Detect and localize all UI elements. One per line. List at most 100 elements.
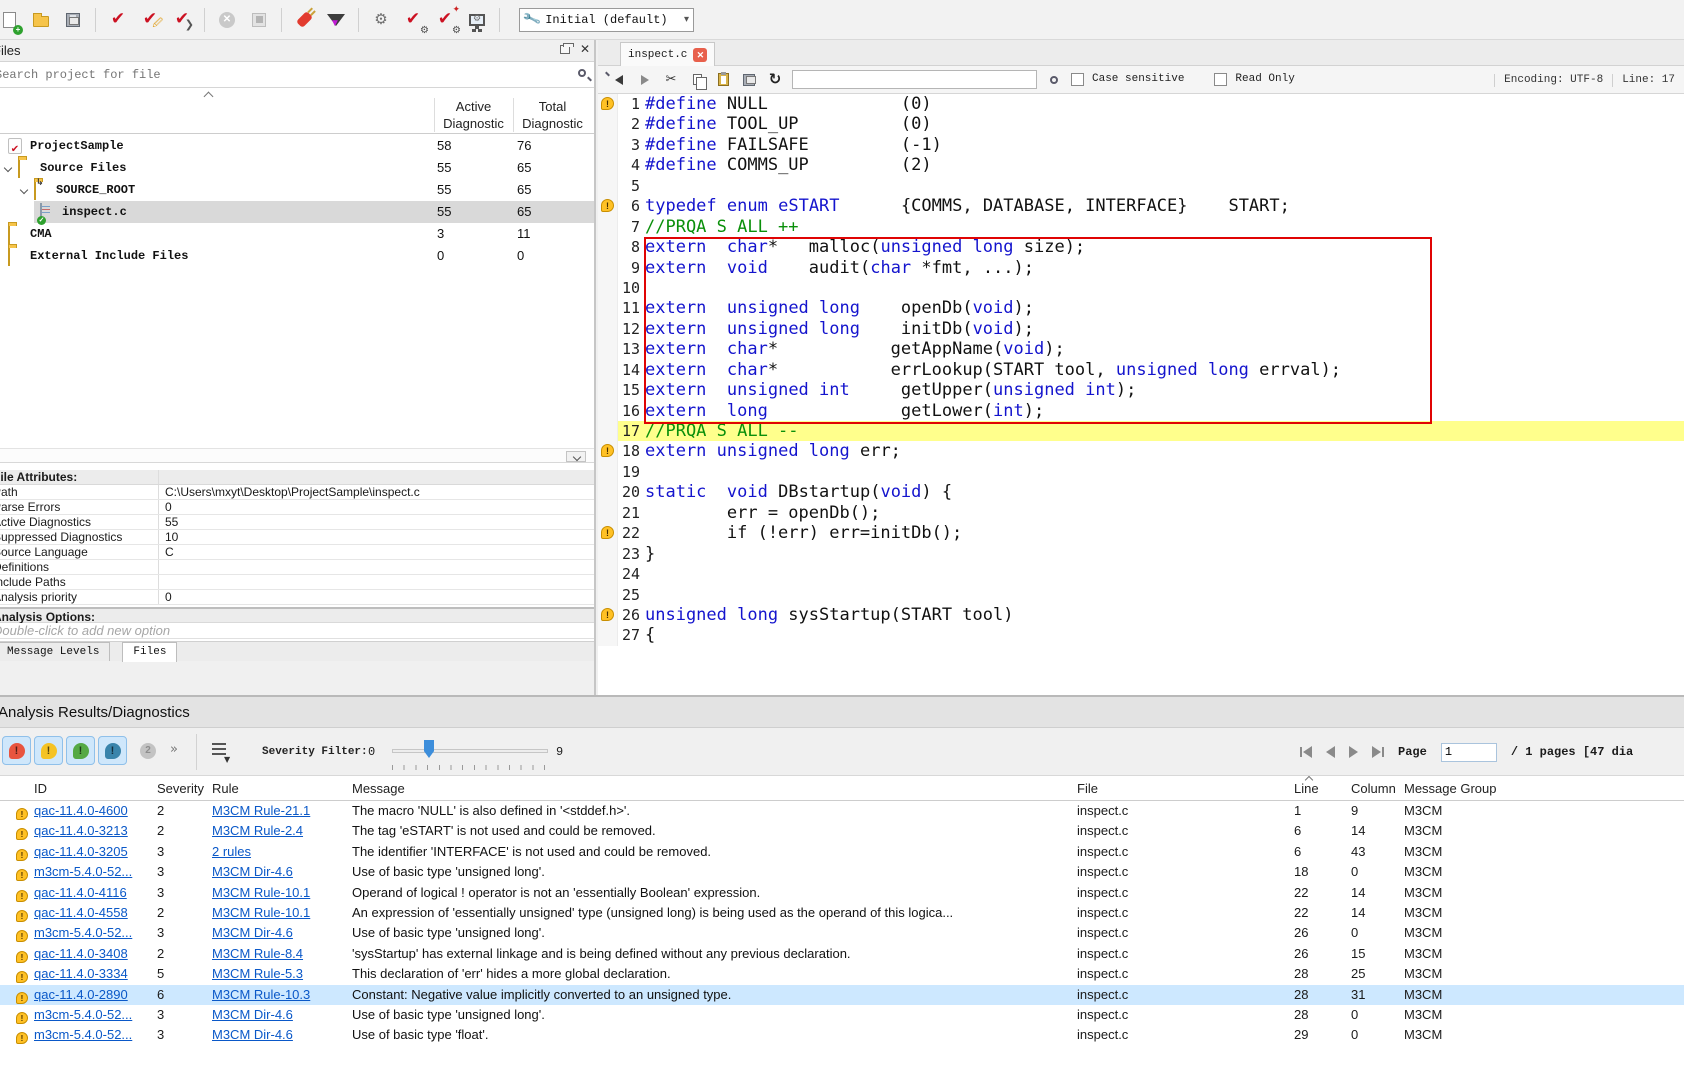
diagnostic-row[interactable]: !qac-11.4.0-28906M3CM Rule-10.3Constant:… (0, 985, 1684, 1005)
code-line-24[interactable]: 24 (598, 564, 1684, 584)
code-line-17[interactable]: 17//PRQA S ALL -- (598, 421, 1684, 441)
tree-item-source-root[interactable]: ↳SOURCE_ROOT5565 (0, 179, 594, 201)
column-header-file[interactable]: File (1077, 776, 1294, 801)
tree-item-inspect-c[interactable]: ✓inspect.c5565 (0, 201, 594, 223)
code-line-23[interactable]: 23} (598, 544, 1684, 564)
attribute-row-active-diagnostics[interactable]: Active Diagnostics55 (0, 515, 594, 530)
rule-link[interactable]: M3CM Rule-10.3 (212, 987, 310, 1002)
close-tab-icon[interactable]: ✕ (693, 48, 707, 62)
column-header-id[interactable]: ID (34, 776, 157, 801)
tool-settings-icon[interactable]: ✔✦⚙ (432, 7, 458, 33)
severity-yellow-filter-button[interactable]: ! (34, 736, 63, 765)
code-line-8[interactable]: 8extern char* malloc(unsigned long size)… (598, 237, 1684, 257)
diagnostic-row[interactable]: !m3cm-5.4.0-52...3M3CM Dir-4.6Use of bas… (0, 862, 1684, 882)
diagnostic-row[interactable]: !qac-11.4.0-46002M3CM Rule-21.1The macro… (0, 801, 1684, 821)
diagnostic-row[interactable]: !qac-11.4.0-32132M3CM Rule-2.4The tag 'e… (0, 821, 1684, 841)
code-line-22[interactable]: !22 if (!err) err=initDb(); (598, 523, 1684, 543)
column-header-total-diagnostic[interactable]: Total Diagnostic (513, 98, 591, 132)
code-line-13[interactable]: 13extern char* getAppName(void); (598, 339, 1684, 359)
code-line-11[interactable]: 11extern unsigned long openDb(void); (598, 298, 1684, 318)
severity-green-filter-button[interactable]: ! (66, 736, 95, 765)
code-line-4[interactable]: 4#define COMMS_UP (2) (598, 155, 1684, 175)
column-header-line[interactable]: Line (1294, 776, 1351, 801)
sync-plug-icon[interactable] (291, 7, 317, 33)
attribute-row-parse-errors[interactable]: Parse Errors0 (0, 500, 594, 515)
code-line-6[interactable]: !6typedef enum eSTART {COMMS, DATABASE, … (598, 196, 1684, 216)
editor-tab-inspect-c[interactable]: inspect.c ✕ (620, 42, 715, 66)
paste-icon[interactable] (714, 71, 732, 89)
diagnostic-id-link[interactable]: qac-11.4.0-3408 (34, 946, 128, 961)
rule-link[interactable]: M3CM Dir-4.6 (212, 864, 293, 879)
analysis-options-placeholder-row[interactable]: Double-click to add new option (0, 623, 594, 639)
code-line-19[interactable]: 19 (598, 462, 1684, 482)
refresh-icon[interactable]: ↻ (766, 71, 784, 89)
rule-link[interactable]: M3CM Rule-21.1 (212, 803, 310, 818)
system-display-settings-icon[interactable]: ⚙ (464, 7, 490, 33)
code-line-26[interactable]: !26unsigned long sysStartup(START tool) (598, 605, 1684, 625)
attribute-row-definitions[interactable]: Definitions (0, 560, 594, 575)
rule-link[interactable]: M3CM Dir-4.6 (212, 1027, 293, 1042)
page-number-input[interactable] (1441, 743, 1497, 762)
code-line-18[interactable]: !18extern unsigned long err; (598, 441, 1684, 461)
rule-link[interactable]: 2 rules (212, 844, 251, 859)
new-project-icon[interactable]: + (0, 7, 22, 33)
tab-message-levels[interactable]: Message Levels (0, 642, 110, 662)
diagnostic-id-link[interactable]: m3cm-5.4.0-52... (34, 1027, 132, 1042)
first-page-icon[interactable] (1300, 746, 1312, 758)
code-line-7[interactable]: 7//PRQA S ALL ++ (598, 217, 1684, 237)
expander-icon[interactable] (4, 164, 12, 172)
save-icon[interactable] (740, 71, 758, 89)
close-panel-icon[interactable]: ✕ (580, 43, 590, 55)
undock-panel-icon[interactable] (560, 45, 570, 54)
attribute-row-source-language[interactable]: Source LanguageC (0, 545, 594, 560)
next-page-icon[interactable] (1349, 746, 1358, 758)
severity-blue-filter-button[interactable]: ! (98, 736, 127, 765)
more-filters-icon[interactable]: » (170, 741, 178, 759)
code-line-2[interactable]: 2#define TOOL_UP (0) (598, 114, 1684, 134)
diagnostic-id-link[interactable]: m3cm-5.4.0-52... (34, 925, 132, 940)
severity-slider-handle[interactable] (424, 740, 434, 758)
code-line-21[interactable]: 21 err = openDb(); (598, 503, 1684, 523)
diagnostic-row[interactable]: !qac-11.4.0-320532 rulesThe identifier '… (0, 842, 1684, 862)
diagnostic-id-link[interactable]: m3cm-5.4.0-52... (34, 1007, 132, 1022)
last-page-icon[interactable] (1372, 746, 1384, 758)
clean-analyze-icon[interactable]: ✔🖉 (137, 7, 163, 33)
code-line-20[interactable]: 20static void DBstartup(void) { (598, 482, 1684, 502)
diagnostic-row[interactable]: !qac-11.4.0-34082M3CM Rule-8.4'sysStartu… (0, 944, 1684, 964)
case-sensitive-checkbox[interactable] (1071, 73, 1084, 86)
diagnostic-id-link[interactable]: qac-11.4.0-3334 (34, 966, 128, 981)
diagnostic-id-link[interactable]: qac-11.4.0-4116 (34, 885, 127, 900)
attribute-row-suppressed-diagnostics[interactable]: Suppressed Diagnostics10 (0, 530, 594, 545)
code-line-12[interactable]: 12extern unsigned long initDb(void); (598, 319, 1684, 339)
code-line-1[interactable]: !1#define NULL (0) (598, 94, 1684, 114)
code-line-27[interactable]: 27{ (598, 625, 1684, 645)
rule-link[interactable]: M3CM Rule-8.4 (212, 946, 303, 961)
column-header-message[interactable]: Message (352, 776, 1077, 801)
severity-red-filter-button[interactable]: ! (2, 736, 31, 765)
cancel-icon[interactable]: ✕ (214, 7, 240, 33)
diagnostic-row[interactable]: !qac-11.4.0-33345M3CM Rule-5.3This decla… (0, 964, 1684, 984)
tree-item-external-include-files[interactable]: External Include Files00 (0, 245, 594, 267)
rule-link[interactable]: M3CM Rule-2.4 (212, 823, 303, 838)
diagnostic-id-link[interactable]: m3cm-5.4.0-52... (34, 864, 132, 879)
code-line-3[interactable]: 3#define FAILSAFE (-1) (598, 135, 1684, 155)
search-magnifier-icon[interactable] (1045, 71, 1063, 89)
attribute-row-path[interactable]: PathC:\Users\mxyt\Desktop\ProjectSample\… (0, 485, 594, 500)
open-folder-icon[interactable] (28, 7, 54, 33)
resume-analyze-icon[interactable]: ✔❯ (169, 7, 195, 33)
previous-page-icon[interactable] (1326, 746, 1335, 758)
diagnostic-id-link[interactable]: qac-11.4.0-3205 (34, 844, 128, 859)
read-only-checkbox[interactable] (1214, 73, 1227, 86)
editor-search-input[interactable] (792, 70, 1037, 89)
code-line-9[interactable]: 9extern void audit(char *fmt, ...); (598, 258, 1684, 278)
rule-link[interactable]: M3CM Rule-5.3 (212, 966, 303, 981)
diagnostic-row[interactable]: !m3cm-5.4.0-52...3M3CM Dir-4.6Use of bas… (0, 1005, 1684, 1025)
diagnostic-row[interactable]: !m3cm-5.4.0-52...3M3CM Dir-4.6Use of bas… (0, 923, 1684, 943)
filter-funnel-icon[interactable] (323, 7, 349, 33)
cut-scissors-icon[interactable]: ✂ (662, 71, 680, 89)
tree-item-projectsample[interactable]: ✔ProjectSample5876 (0, 135, 594, 157)
column-header-message-group[interactable]: Message Group (1404, 776, 1684, 801)
analysis-profile-select[interactable]: 🔧 Initial (default) ▾ (519, 8, 694, 32)
file-search-input[interactable] (0, 64, 569, 85)
column-header-rule[interactable]: Rule (212, 776, 352, 801)
